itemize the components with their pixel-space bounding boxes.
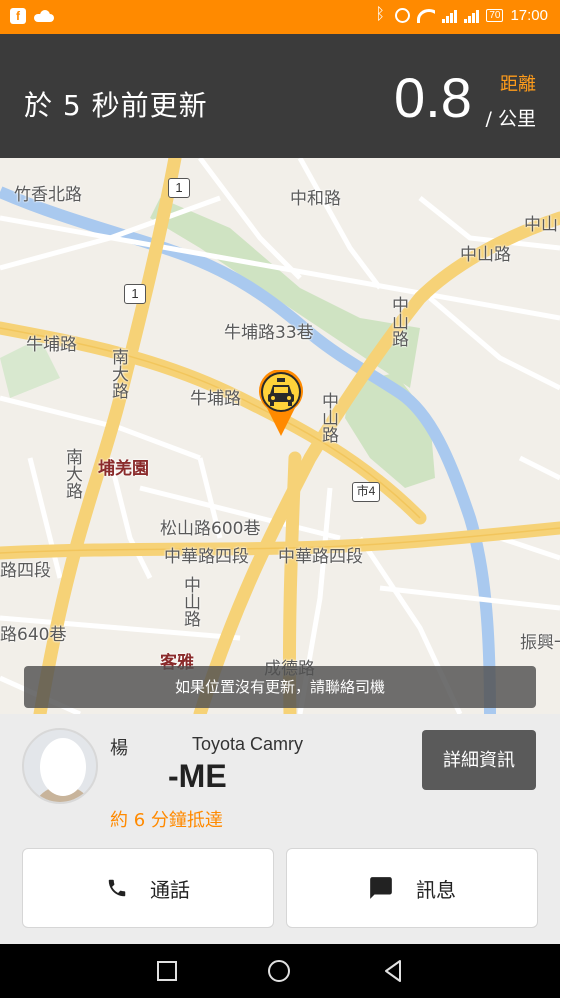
chat-bubble-icon xyxy=(370,877,392,899)
distance-label: 距離 xyxy=(500,74,536,95)
taxi-location-pin[interactable] xyxy=(258,370,304,436)
eta-text: 約 6 分鐘抵達 xyxy=(110,810,223,831)
map-label-zhongshan-rd-ne2: 中山 xyxy=(524,215,558,235)
call-label: 通話 xyxy=(150,877,190,902)
back-icon[interactable] xyxy=(380,958,406,984)
alarm-icon xyxy=(395,8,411,23)
facebook-icon: f xyxy=(10,8,26,24)
map-label-nanda-rd: 南大路 xyxy=(108,348,128,399)
bluetooth-icon xyxy=(372,6,388,24)
update-status-text: 於 5 秒前更新 xyxy=(24,89,208,122)
driver-card: 楊 Toyota Camry -ME 約 6 分鐘抵達 詳細資訊 通話 訊息 xyxy=(0,714,560,944)
message-label: 訊息 xyxy=(416,877,456,902)
map-label-zhenxing-rd: 振興一 xyxy=(520,633,560,653)
app-frame: f 70 17:00 於 5 秒前更新 距離 0.8 / 公里 xyxy=(0,0,560,998)
signal-icon xyxy=(442,9,458,23)
cloud-icon xyxy=(34,10,54,22)
map-label-zhongshan-rd-ne: 中山路 xyxy=(460,245,511,265)
map-label-zhongshan-rd-v2: 中山路 xyxy=(318,392,338,443)
map-view[interactable]: 竹香北路 中和路 中山路 中山 牛埔路 牛埔路33巷 牛埔路 中山路 中山路 南… xyxy=(0,158,560,714)
status-left: f xyxy=(10,8,54,24)
location-update-notice: 如果位置沒有更新，請聯絡司機 xyxy=(24,666,536,708)
trip-header: 於 5 秒前更新 距離 0.8 / 公里 xyxy=(0,34,560,158)
distance-unit: / 公里 xyxy=(485,108,536,130)
map-label-zhongshan-rd-v1: 中山路 xyxy=(388,296,408,347)
map-label-niupu-rd-lane33: 牛埔路33巷 xyxy=(224,323,314,343)
route-shield-1-top: 1 xyxy=(168,178,190,198)
map-label-zhuxiang-north-rd: 竹香北路 xyxy=(14,185,82,205)
car-model: Toyota Camry xyxy=(192,734,304,754)
home-icon[interactable] xyxy=(266,958,292,984)
map-label-niupu-rd-mid: 牛埔路 xyxy=(190,389,241,409)
map-label-zhonghua-rd-4-a: 中華路四段 xyxy=(164,547,249,567)
status-right: 70 17:00 xyxy=(372,6,548,25)
map-label-pujian-district: 埔羌園 xyxy=(98,459,149,479)
call-button[interactable]: 通話 xyxy=(22,848,274,928)
avatar-face xyxy=(40,738,86,796)
map-label-songshan-lane600: 松山路600巷 xyxy=(160,519,261,539)
status-bar: f 70 17:00 xyxy=(0,0,560,34)
license-plate: -ME xyxy=(168,758,227,794)
driver-avatar xyxy=(22,728,98,804)
recent-apps-icon[interactable] xyxy=(154,958,180,984)
battery-icon: 70 xyxy=(486,9,504,22)
taxi-icon xyxy=(259,370,303,436)
map-label-zhongshan-rd-low: 中山路 xyxy=(180,576,200,627)
map-label-lane640: 路640巷 xyxy=(0,625,67,645)
message-button[interactable]: 訊息 xyxy=(286,848,538,928)
system-nav-bar xyxy=(0,944,560,998)
driver-name: 楊 xyxy=(110,738,128,759)
status-time: 17:00 xyxy=(510,7,548,24)
details-button[interactable]: 詳細資訊 xyxy=(422,730,536,790)
map-label-zhonghua-rd-4-b: 中華路四段 xyxy=(278,547,363,567)
route-shield-1-mid: 1 xyxy=(124,284,146,304)
signal-icon xyxy=(464,9,480,23)
distance-value: 0.8 xyxy=(394,66,472,129)
map-label-rd-4-left: 路四段 xyxy=(0,561,51,581)
wifi-icon xyxy=(417,8,436,23)
map-label-niupu-rd: 牛埔路 xyxy=(26,335,77,355)
map-label-zhonghe-rd: 中和路 xyxy=(290,189,341,209)
phone-icon xyxy=(108,879,126,897)
route-shield-city-4: 市4 xyxy=(352,482,380,502)
map-label-nanda-rd2: 南大路 xyxy=(62,448,82,499)
